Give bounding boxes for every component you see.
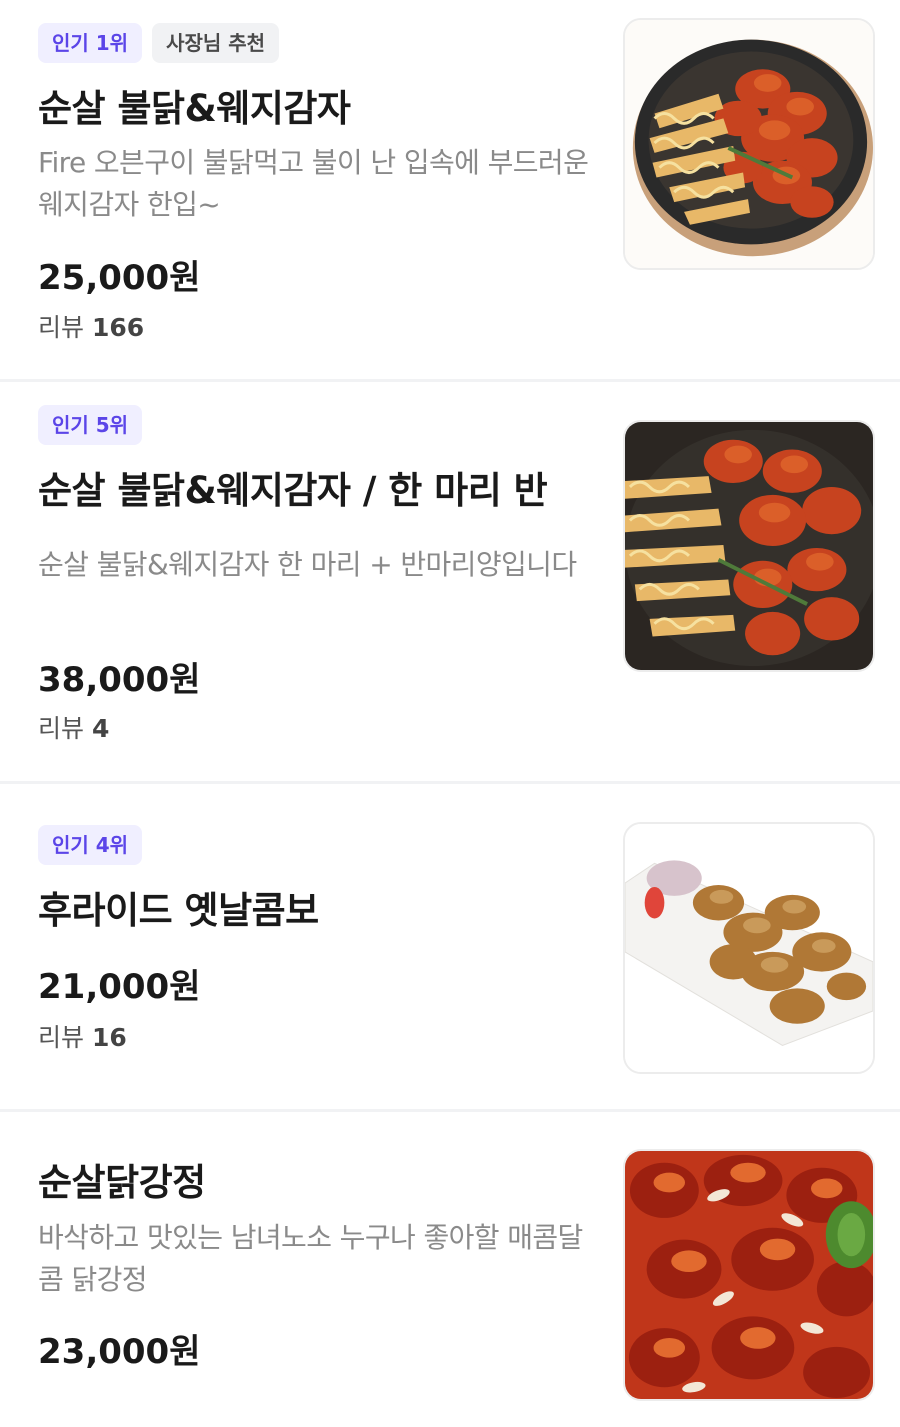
menu-title: 순살 불닭&웨지감자 — [38, 87, 351, 130]
menu-item[interactable]: 순살닭강정 바삭하고 맛있는 남녀노소 누구나 좋아할 매콤달콤 닭강정 23,… — [0, 1112, 900, 1427]
food-image — [625, 422, 873, 670]
food-image — [625, 1151, 873, 1399]
menu-price: 21,000원 — [38, 967, 201, 1007]
review-count: 리뷰 16 — [38, 1018, 127, 1054]
chicken-bites-photo[interactable] — [623, 1149, 875, 1401]
rank-badge: 인기 4위 — [38, 825, 143, 865]
food-image — [625, 20, 873, 268]
menu-description: 순살 불닭&웨지감자 한 마리 + 반마리양입니다 — [38, 548, 577, 581]
review-count: 리뷰 4 — [38, 709, 109, 745]
spicy-chicken-photo[interactable] — [623, 18, 875, 270]
menu-title: 순살 불닭&웨지감자 / 한 마리 반 — [38, 469, 548, 512]
menu-title: 후라이드 옛날콤보 — [38, 889, 319, 932]
badge-group: 인기 5위 — [38, 405, 143, 445]
food-image — [625, 824, 873, 1072]
menu-item[interactable]: 인기 1위 사장님 추천 순살 불닭&웨지감자 Fire 오븐구이 불닭먹고 불… — [0, 0, 900, 382]
menu-item[interactable]: 인기 5위 순살 불닭&웨지감자 / 한 마리 반 순살 불닭&웨지감자 한 마… — [0, 382, 900, 784]
badge-group: 인기 4위 — [38, 825, 143, 865]
spicy-chicken-photo[interactable] — [623, 420, 875, 672]
review-number: 16 — [91, 1023, 127, 1052]
review-count: 리뷰 166 — [38, 308, 144, 344]
review-label: 리뷰 — [38, 1023, 85, 1052]
review-number: 166 — [91, 313, 145, 342]
menu-price: 23,000원 — [38, 1332, 201, 1372]
fried-chicken-photo[interactable] — [623, 822, 875, 1074]
menu-list: 인기 1위 사장님 추천 순살 불닭&웨지감자 Fire 오븐구이 불닭먹고 불… — [0, 0, 900, 1427]
menu-description: 바삭하고 맛있는 남녀노소 누구나 좋아할 매콤달콤 닭강정 — [38, 1221, 583, 1296]
menu-description: Fire 오븐구이 불닭먹고 불이 난 입속에 부드러운 웨지감자 한입~ — [38, 146, 589, 221]
recommend-badge: 사장님 추천 — [152, 23, 280, 63]
menu-item[interactable]: 인기 4위 후라이드 옛날콤보 21,000원 리뷰 16 — [0, 784, 900, 1112]
review-number: 4 — [91, 714, 110, 743]
rank-badge: 인기 5위 — [38, 405, 143, 445]
review-label: 리뷰 — [38, 714, 85, 743]
menu-title: 순살닭강정 — [38, 1161, 206, 1204]
badge-group: 인기 1위 사장님 추천 — [38, 23, 280, 63]
menu-price: 25,000원 — [38, 258, 201, 298]
review-label: 리뷰 — [38, 313, 85, 342]
rank-badge: 인기 1위 — [38, 23, 143, 63]
menu-price: 38,000원 — [38, 660, 201, 700]
